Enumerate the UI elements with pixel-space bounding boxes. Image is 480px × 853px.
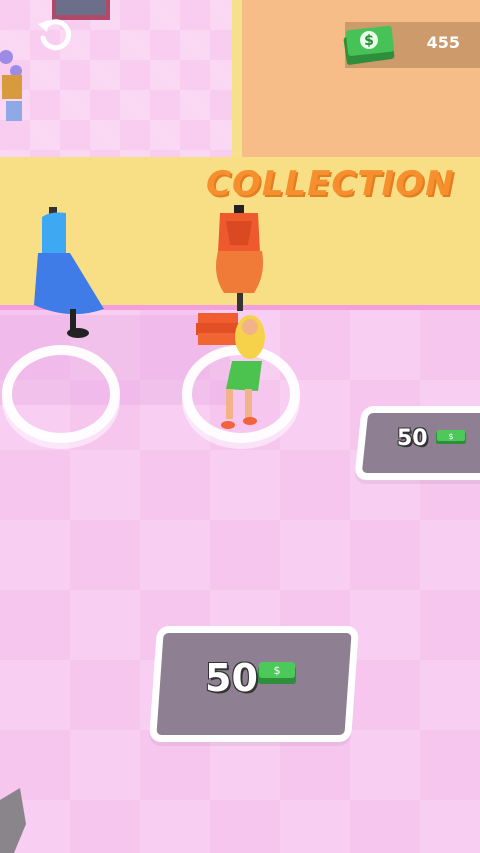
undo-arrow-icon — [38, 19, 72, 51]
blue-dress-mannequin[interactable] — [30, 205, 108, 345]
unlock-price-label: 50 — [205, 656, 258, 700]
cash-stack-icon: $ — [343, 25, 395, 65]
mannequin-stand-ring — [2, 345, 120, 443]
cash-icon: $ — [436, 430, 466, 444]
orange-dress-mannequin[interactable] — [208, 205, 272, 315]
player-character — [196, 313, 265, 429]
svg-text:$: $ — [448, 432, 453, 441]
game-scene[interactable]: $ 455 COLLECTION 50 $ 50 $ — [0, 0, 480, 853]
unlock-price-label: 50 — [397, 426, 428, 451]
svg-text:$: $ — [364, 33, 374, 49]
corner-pillar — [0, 788, 26, 853]
undo-button[interactable] — [34, 12, 78, 56]
cash-icon: $ — [258, 662, 296, 684]
waiting-customers — [0, 50, 22, 121]
money-amount: 455 — [426, 33, 460, 52]
collection-sign: COLLECTION — [206, 164, 455, 204]
svg-text:$: $ — [274, 664, 281, 677]
